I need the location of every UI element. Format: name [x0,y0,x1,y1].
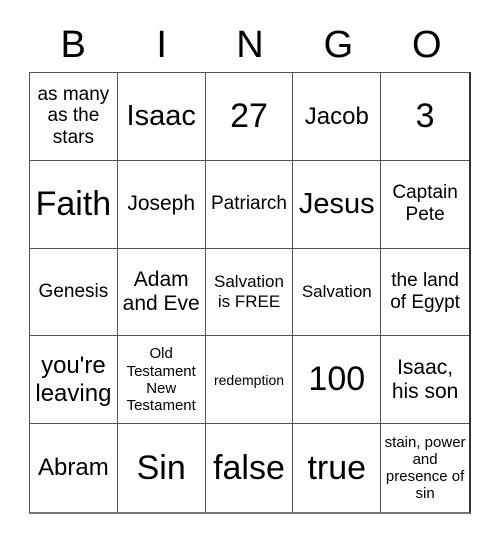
bingo-cell[interactable]: stain, power and presence of sin [381,424,469,512]
bingo-cell[interactable]: Patriarch [205,160,294,249]
bingo-cell[interactable]: 100 [293,336,382,425]
bingo-cell[interactable]: Isaac, his son [381,336,469,425]
bingo-cell[interactable]: Isaac [117,73,206,161]
bingo-header: B I N G O [29,20,471,70]
bingo-cell[interactable]: Old Testament New Testament [117,336,206,425]
bingo-cell[interactable]: Captain Pete [381,161,469,249]
bingo-card-grid: as many as the stars Isaac 27 Jacob 3 Fa… [29,72,471,514]
header-letter-n: N [236,24,264,66]
bingo-cell[interactable]: Adam and Eve [117,248,206,337]
bingo-cell[interactable]: 3 [381,73,469,161]
bingo-cell[interactable]: Salvation is FREE [205,248,294,337]
bingo-cell[interactable]: false [206,424,294,512]
bingo-cell[interactable]: Joseph [117,160,206,249]
header-letter-b: B [60,24,86,66]
header-letter-g: G [323,24,354,66]
bingo-cell[interactable]: Sin [118,424,206,512]
bingo-cell[interactable]: redemption [205,336,294,425]
bingo-cell[interactable]: 27 [205,73,294,161]
bingo-cell[interactable]: as many as the stars [30,73,118,161]
bingo-cell[interactable]: Salvation [293,248,382,337]
header-letter-o: O [412,24,442,66]
bingo-cell[interactable]: Jesus [293,160,382,249]
bingo-cell[interactable]: Jacob [293,73,382,161]
bingo-cell[interactable]: true [293,424,382,512]
bingo-cell[interactable]: Genesis [30,248,118,337]
bingo-cell[interactable]: Abram [30,424,118,512]
header-letter-i: I [156,24,167,66]
bingo-cell[interactable]: Faith [30,160,118,249]
bingo-cell[interactable]: the land of Egypt [381,249,469,337]
bingo-cell[interactable]: you're leaving [30,336,118,425]
